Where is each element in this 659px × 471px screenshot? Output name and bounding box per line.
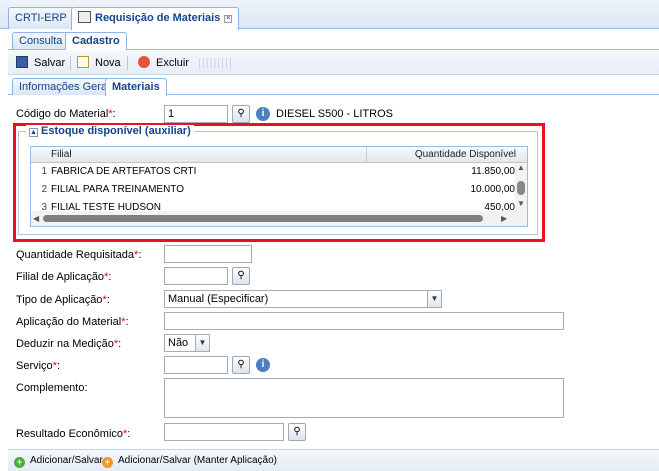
filial-aplicacao-input[interactable] — [164, 267, 228, 285]
save-label: Salvar — [34, 57, 66, 69]
stock-grid: Filial Quantidade Disponível 1 FABRICA D… — [30, 146, 528, 227]
add-icon: + — [14, 457, 25, 468]
close-icon[interactable]: × — [224, 15, 233, 23]
main-tab-bar: CRTI-ERP Requisição de Materiais × — [0, 0, 659, 30]
scroll-right-icon[interactable]: ▶ — [501, 214, 507, 223]
delete-label: Excluir — [156, 57, 190, 69]
tab-label: Cadastro — [72, 35, 120, 47]
search-icon: ⚲ — [237, 359, 245, 370]
quantity-input[interactable] — [164, 245, 252, 263]
tab-crti-erp[interactable]: CRTI-ERP — [8, 7, 74, 29]
add-keep-icon: + — [102, 457, 113, 468]
vertical-scrollbar[interactable]: ▲ ▼ — [515, 163, 527, 211]
filial-aplicacao-label: Filial de Aplicação*: — [16, 271, 112, 283]
bottom-toolbar: + Adicionar/Salvar + Adicionar/Salvar (Man… — [8, 449, 659, 471]
material-search-button[interactable]: ⚲ — [232, 105, 250, 123]
tab-consulta[interactable]: Consulta — [12, 32, 70, 49]
chevron-down-icon[interactable]: ▼ — [196, 334, 210, 352]
table-row[interactable]: 1 FABRICA DE ARTEFATOS CRTI 11.850,00 — [31, 163, 515, 181]
toolbar: Salvar Nova Excluir ||||||||| — [8, 51, 659, 75]
column-divider — [366, 147, 367, 163]
tab-requisicao-materiais[interactable]: Requisição de Materiais × — [71, 7, 240, 30]
tab-label: CRTI-ERP — [15, 12, 67, 24]
grid-header: Filial Quantidade Disponível — [31, 147, 527, 163]
scroll-up-icon[interactable]: ▲ — [517, 163, 525, 172]
material-code-label: Código do Material*: — [16, 108, 116, 120]
toolbar-separator — [127, 56, 128, 70]
column-header-filial[interactable]: Filial — [51, 147, 72, 163]
aplicacao-material-input[interactable] — [164, 312, 564, 330]
tab-materiais[interactable]: Materiais — [105, 78, 167, 96]
complemento-textarea[interactable] — [164, 378, 564, 418]
tab-cadastro[interactable]: Cadastro — [65, 32, 127, 50]
column-header-quantidade[interactable]: Quantidade Disponível — [371, 147, 516, 163]
binoculars-icon: ⚲ — [237, 108, 245, 119]
servico-search-button[interactable]: ⚲ — [232, 356, 250, 374]
add-save-keep-button[interactable]: + Adicionar/Salvar (Manter Aplicação) — [102, 454, 277, 468]
new-document-icon — [77, 56, 89, 68]
add-save-label: Adicionar/Salvar — [30, 455, 103, 466]
resultado-economico-input[interactable] — [164, 423, 284, 441]
scroll-down-icon[interactable]: ▼ — [517, 199, 525, 208]
add-save-button[interactable]: + Adicionar/Salvar — [14, 454, 103, 468]
stock-fieldset-legend[interactable]: ▲ Estoque disponível (auxiliar) — [26, 125, 194, 137]
toolbar-separator — [70, 56, 71, 70]
tipo-aplicacao-select[interactable]: Manual (Especificar) — [164, 290, 428, 308]
scroll-thumb[interactable] — [517, 181, 525, 195]
delete-button[interactable]: Excluir — [138, 55, 189, 71]
servico-input[interactable] — [164, 356, 228, 374]
section-tab-bar: Informações Gerais Materiais — [8, 76, 659, 96]
deduzir-medicao-label: Deduzir na Medição*: — [16, 338, 122, 350]
chevron-down-icon[interactable]: ▼ — [428, 290, 442, 308]
cell-quantidade: 11.850,00 — [471, 166, 515, 177]
add-save-keep-label: Adicionar/Salvar (Manter Aplicação) — [118, 455, 277, 466]
scroll-left-icon[interactable]: ◀ — [33, 214, 39, 223]
scroll-thumb[interactable] — [43, 215, 483, 222]
collapse-icon[interactable]: ▲ — [29, 128, 38, 137]
info-icon[interactable]: i — [256, 107, 270, 121]
toolbar-grip-decoration: ||||||||| — [198, 57, 233, 69]
row-number: 2 — [41, 184, 47, 195]
aplicacao-material-label: Aplicação do Material*: — [16, 316, 129, 328]
horizontal-scrollbar[interactable]: ◀ ▶ — [31, 211, 527, 226]
new-label: Nova — [95, 57, 121, 69]
material-code-input[interactable]: 1 — [164, 105, 228, 123]
window-icon — [78, 11, 91, 23]
resultado-search-button[interactable]: ⚲ — [288, 423, 306, 441]
material-description: DIESEL S500 - LITROS — [276, 108, 393, 120]
quantity-label: Quantidade Requisitada*: — [16, 249, 142, 261]
table-row[interactable]: 2 FILIAL PARA TREINAMENTO 10.000,00 — [31, 181, 515, 199]
cell-filial: FABRICA DE ARTEFATOS CRTI — [51, 166, 197, 177]
tab-label: Consulta — [19, 35, 63, 47]
row-number: 1 — [41, 166, 47, 177]
tab-label: Materiais — [112, 81, 160, 93]
deduzir-medicao-select[interactable]: Não — [164, 334, 196, 352]
stock-legend-text: Estoque disponível (auxiliar) — [41, 125, 191, 137]
filial-search-button[interactable]: ⚲ — [232, 267, 250, 285]
floppy-disk-icon — [16, 56, 28, 68]
resultado-economico-label: Resultado Econômico*: — [16, 428, 131, 440]
new-button[interactable]: Nova — [77, 55, 121, 71]
delete-icon — [138, 56, 150, 68]
info-icon[interactable]: i — [256, 358, 270, 372]
save-button[interactable]: Salvar — [16, 55, 65, 71]
tab-label: Informações Gerais — [19, 81, 115, 93]
tab-label: Requisição de Materiais — [95, 12, 221, 24]
tipo-aplicacao-label: Tipo de Aplicação*: — [16, 294, 110, 306]
servico-label: Serviço*: — [16, 360, 61, 372]
cell-quantidade: 10.000,00 — [470, 184, 516, 195]
cell-filial: FILIAL PARA TREINAMENTO — [51, 184, 184, 195]
mode-tab-bar: Consulta Cadastro — [8, 30, 659, 50]
search-icon: ⚲ — [293, 426, 301, 437]
search-icon: ⚲ — [237, 270, 245, 281]
complemento-label: Complemento: — [16, 382, 88, 394]
